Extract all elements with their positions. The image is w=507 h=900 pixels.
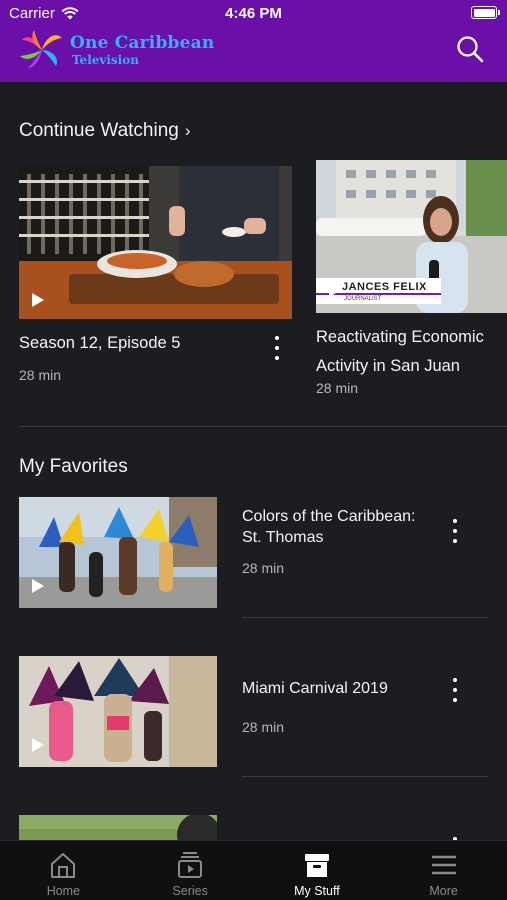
favorite-thumbnail-3[interactable] — [19, 815, 217, 840]
play-icon — [32, 579, 44, 593]
tab-more-label: More — [429, 884, 458, 898]
more-options-icon[interactable] — [447, 678, 463, 702]
continue-watching-duration-1: 28 min — [19, 367, 62, 383]
battery-icon — [471, 6, 500, 19]
tab-home[interactable]: Home — [0, 841, 127, 900]
outdoor-thumbnail-image — [19, 815, 217, 840]
carnival-thumbnail-image — [19, 497, 217, 608]
cooking-thumbnail-image — [19, 166, 292, 319]
tab-my-stuff-label: My Stuff — [294, 884, 340, 898]
play-icon — [32, 738, 44, 752]
search-icon[interactable] — [455, 34, 485, 64]
menu-icon — [431, 855, 456, 875]
series-icon — [178, 852, 203, 878]
continue-watching-title-1: Season 12, Episode 5 — [19, 334, 181, 352]
logo-title: One Caribbean — [70, 32, 215, 53]
favorite-title-2: Miami Carnival 2019 — [242, 680, 388, 697]
miami-carnival-thumbnail-image — [19, 656, 217, 767]
tab-home-label: Home — [46, 884, 81, 898]
home-icon — [51, 853, 76, 878]
chevron-right-icon: › — [184, 121, 191, 140]
status-bar: Carrier 4:46 PM — [0, 0, 507, 28]
app-logo[interactable]: One Caribbean Television — [18, 28, 214, 72]
favorite-title-1: Colors of the Caribbean: St. Thomas — [242, 508, 416, 546]
logo-swirl-icon — [20, 30, 62, 68]
favorite-thumbnail-1[interactable] — [19, 497, 217, 608]
section-divider — [19, 426, 507, 427]
my-favorites-header: My Favorites — [19, 456, 128, 477]
lower-third-role: JOURNALIST — [344, 296, 382, 302]
continue-watching-thumbnail-1[interactable] — [19, 166, 292, 319]
app-header: Carrier 4:46 PM One Caribbean Television — [0, 0, 507, 82]
main-content[interactable]: Continue Watching › Season 12, Episode 5… — [0, 82, 507, 840]
tab-my-stuff[interactable]: My Stuff — [254, 841, 381, 900]
play-icon — [329, 283, 341, 297]
play-icon — [32, 293, 44, 307]
tab-series-label: Series — [172, 884, 208, 898]
more-options-icon[interactable] — [447, 519, 463, 543]
tab-series[interactable]: Series — [127, 841, 254, 900]
favorite-duration-1: 28 min — [242, 560, 285, 576]
continue-watching-duration-2: 28 min — [316, 380, 359, 396]
my-stuff-icon — [304, 854, 329, 877]
continue-watching-header[interactable]: Continue Watching › — [19, 120, 191, 142]
tab-bar: Home Series My Stuff More — [0, 840, 507, 900]
status-time: 4:46 PM — [225, 5, 282, 22]
favorite-duration-2: 28 min — [242, 719, 285, 735]
logo-subtitle: Television — [72, 52, 139, 67]
tab-more[interactable]: More — [380, 841, 507, 900]
continue-watching-title-2: Reactivating Economic Activity in San Ju… — [316, 328, 484, 375]
continue-watching-title: Continue Watching — [19, 120, 179, 141]
more-options-icon[interactable] — [269, 336, 285, 360]
favorite-thumbnail-2[interactable] — [19, 656, 217, 767]
list-divider — [242, 617, 488, 618]
lower-third-name: JANCES FELIX — [342, 281, 427, 293]
list-divider — [242, 776, 488, 777]
continue-watching-thumbnail-2[interactable]: JANCES FELIX JOURNALIST — [316, 160, 507, 313]
